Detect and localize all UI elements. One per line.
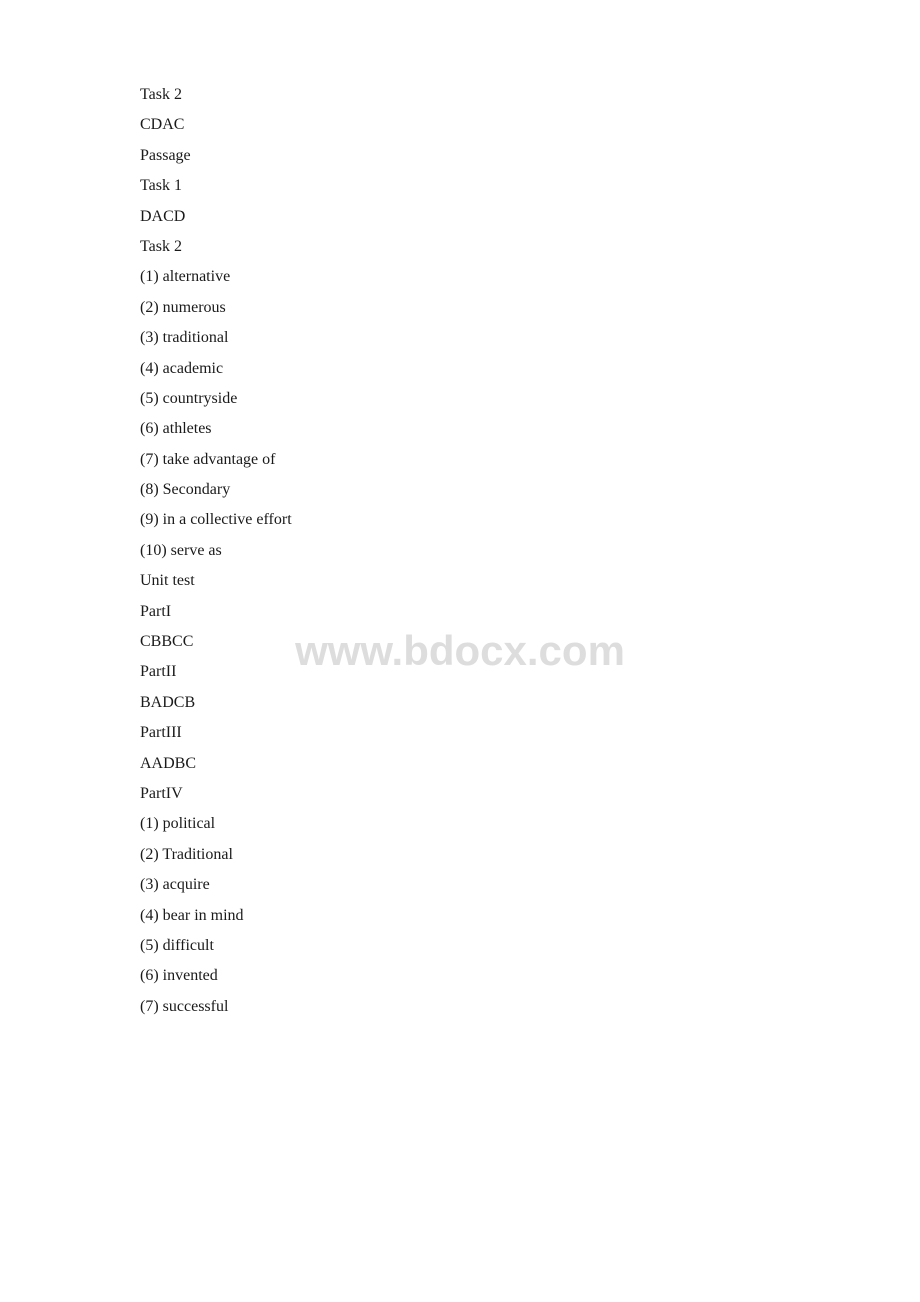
line-item-part1: PartI [140,597,780,627]
line-item-unit-test: Unit test [140,566,780,596]
line-item-item10: (10) serve as [140,536,780,566]
content-list: Task 2CDACPassageTask 1DACDTask 2(1) alt… [140,80,780,1022]
line-item-p4item6: (6) invented [140,961,780,991]
line-item-p4item5: (5) difficult [140,931,780,961]
line-item-item5: (5) countryside [140,384,780,414]
line-item-item6: (6) athletes [140,414,780,444]
line-item-p4item1: (1) political [140,809,780,839]
line-item-task2-1: Task 2 [140,80,780,110]
line-item-task1-1: Task 1 [140,171,780,201]
line-item-task2-2: Task 2 [140,232,780,262]
line-item-dacd: DACD [140,202,780,232]
line-item-item2: (2) numerous [140,293,780,323]
line-item-item4: (4) academic [140,354,780,384]
line-item-p4item4: (4) bear in mind [140,901,780,931]
line-item-p4item7: (7) successful [140,992,780,1022]
line-item-aadbc: AADBC [140,749,780,779]
line-item-cbbcc: CBBCC [140,627,780,657]
line-item-item8: (8) Secondary [140,475,780,505]
line-item-cdac: CDAC [140,110,780,140]
line-item-item1: (1) alternative [140,262,780,292]
line-item-badcb: BADCB [140,688,780,718]
line-item-item3: (3) traditional [140,323,780,353]
line-item-part2: PartII [140,657,780,687]
line-item-part3: PartIII [140,718,780,748]
line-item-p4item2: (2) Traditional [140,840,780,870]
line-item-part4: PartIV [140,779,780,809]
line-item-item7: (7) take advantage of [140,445,780,475]
line-item-passage: Passage [140,141,780,171]
line-item-p4item3: (3) acquire [140,870,780,900]
line-item-item9: (9) in a collective effort [140,505,780,535]
